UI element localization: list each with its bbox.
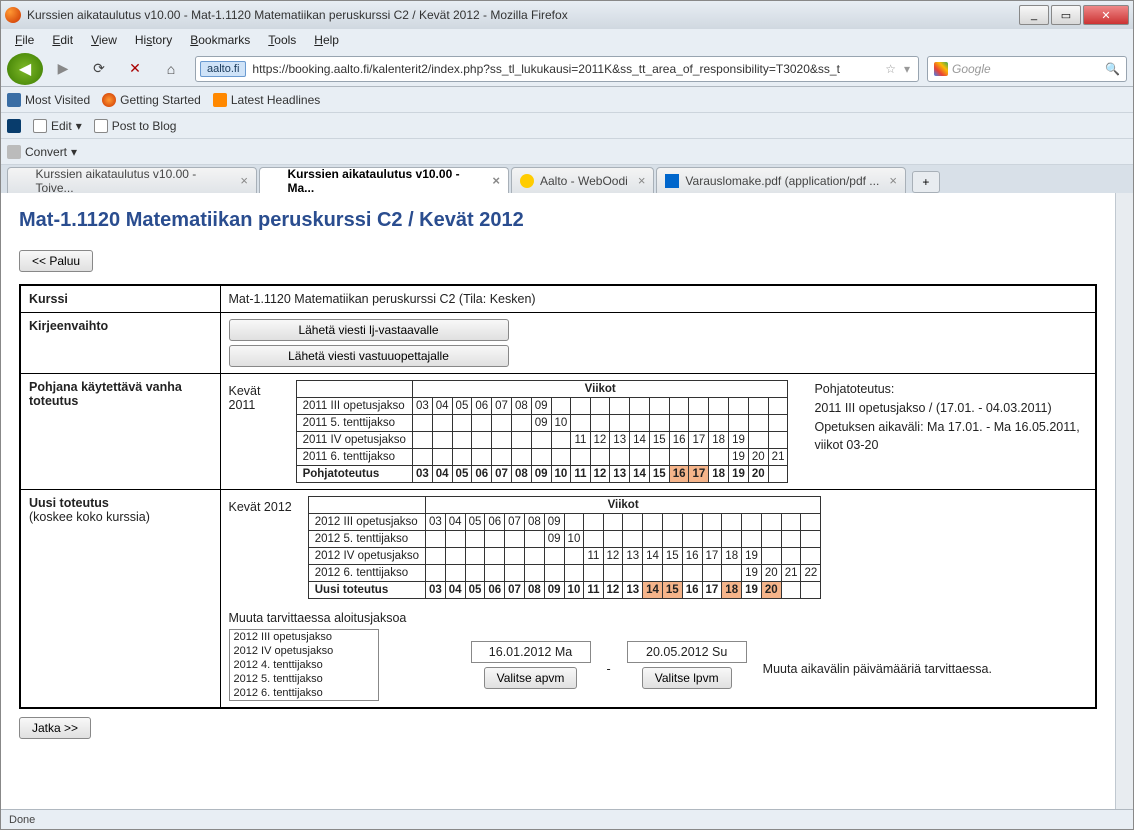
menu-history[interactable]: History (127, 31, 180, 49)
jatka-button[interactable]: Jatka >> (19, 717, 91, 739)
bookmark-most-visited[interactable]: Most Visited (7, 93, 90, 107)
ct-icon (7, 119, 21, 133)
bookmark-getting-started[interactable]: Getting Started (102, 93, 201, 107)
menu-view[interactable]: View (83, 31, 125, 49)
vertical-scrollbar[interactable] (1115, 193, 1133, 809)
search-placeholder: Google (952, 62, 1101, 76)
pdf-icon (665, 174, 679, 188)
menu-bookmarks[interactable]: Bookmarks (182, 31, 258, 49)
close-button[interactable]: ✕ (1083, 5, 1129, 25)
titlebar: Kurssien aikataulutus v10.00 - Mat-1.112… (1, 1, 1133, 29)
convert-icon (7, 145, 21, 159)
home-button[interactable]: ⌂ (155, 54, 187, 84)
browser-window: Kurssien aikataulutus v10.00 - Mat-1.112… (0, 0, 1134, 830)
start-date-field[interactable]: 16.01.2012 Ma (471, 641, 591, 663)
page-content: Mat-1.1120 Matematiikan peruskurssi C2 /… (1, 193, 1115, 809)
jakso-listbox[interactable]: 2012 III opetusjakso 2012 IV opetusjakso… (229, 629, 379, 701)
status-bar: Done (1, 809, 1133, 829)
menubar: File Edit View History Bookmarks Tools H… (1, 29, 1133, 51)
post-to-blog-button[interactable]: Post to Blog (94, 119, 177, 133)
muuta-aloitus-label: Muuta tarvittaessa aloitusjaksoa (229, 611, 1088, 625)
window-title: Kurssien aikataulutus v10.00 - Mat-1.112… (27, 8, 1019, 22)
google-icon (934, 62, 948, 76)
list-item[interactable]: 2012 4. tenttijakso (230, 658, 378, 672)
status-text: Done (9, 814, 35, 826)
kevat-2011-label: Kevät 2011 (229, 380, 280, 412)
url-text: https://booking.aalto.fi/kalenterit2/ind… (252, 62, 881, 76)
maximize-button[interactable]: ▭ (1051, 5, 1081, 25)
stop-button[interactable]: ✕ (119, 54, 151, 84)
edit-button[interactable]: Edit ▾ (33, 119, 82, 133)
bookmark-latest-headlines[interactable]: Latest Headlines (213, 93, 320, 107)
tab-weboodi[interactable]: Aalto - WebOodi× (511, 167, 654, 193)
main-table: Kurssi Mat-1.1120 Matematiikan peruskurs… (19, 284, 1097, 709)
forward-button[interactable]: ▶ (47, 54, 79, 84)
tab-toive[interactable]: Kurssien aikataulutus v10.00 - Toive...× (7, 167, 257, 193)
valitse-lpvm-button[interactable]: Valitse lpvm (642, 667, 732, 689)
end-date-field[interactable]: 20.05.2012 Su (627, 641, 747, 663)
site-identity-badge[interactable]: aalto.fi (200, 61, 246, 77)
convert-button[interactable]: Convert ▾ (7, 145, 77, 159)
bookmarks-toolbar: Most Visited Getting Started Latest Head… (1, 87, 1133, 113)
rss-icon (213, 93, 227, 107)
addon-toolbar-2: Convert ▾ (1, 139, 1133, 165)
menu-edit[interactable]: Edit (44, 31, 81, 49)
folder-icon (7, 93, 21, 107)
blog-icon (94, 119, 108, 133)
page-icon (16, 174, 30, 188)
oodi-icon (520, 174, 534, 188)
nav-toolbar: ◀ ▶ ⟳ ✕ ⌂ aalto.fi https://booking.aalto… (1, 51, 1133, 87)
close-icon[interactable]: × (492, 173, 500, 188)
pohja-info: Pohjatoteutus: 2011 III opetusjakso / (1… (804, 380, 1087, 455)
label-kurssi: Kurssi (20, 285, 220, 313)
muuta-aika-label: Muuta aikavälin päivämääriä tarvittaessa… (763, 654, 992, 676)
back-paluu-button[interactable]: << Paluu (19, 250, 93, 272)
edit-icon (33, 119, 47, 133)
menu-tools[interactable]: Tools (260, 31, 304, 49)
minimize-button[interactable]: _ (1019, 5, 1049, 25)
page-title: Mat-1.1120 Matematiikan peruskurssi C2 /… (19, 209, 1097, 232)
value-kurssi: Mat-1.1120 Matematiikan peruskurssi C2 (… (220, 285, 1096, 313)
tab-pdf[interactable]: Varauslomake.pdf (application/pdf ...× (656, 167, 905, 193)
list-item[interactable]: 2012 IV opetusjakso (230, 644, 378, 658)
new-tab-button[interactable]: + (912, 171, 940, 193)
menu-help[interactable]: Help (306, 31, 347, 49)
bookmark-star-icon[interactable]: ☆ (881, 62, 900, 76)
menu-file[interactable]: File (7, 31, 42, 49)
search-bar[interactable]: Google 🔍 (927, 56, 1127, 82)
tab-bar: Kurssien aikataulutus v10.00 - Toive...×… (1, 165, 1133, 193)
close-icon[interactable]: × (638, 173, 646, 188)
send-lj-button[interactable]: Lähetä viesti lj-vastaavalle (229, 319, 509, 341)
ct-button[interactable] (7, 119, 21, 133)
weeks-table-2012: Viikot 2012 III opetusjakso0304050607080… (308, 496, 822, 599)
close-icon[interactable]: × (889, 173, 897, 188)
list-item[interactable]: 2012 5. tenttijakso (230, 672, 378, 686)
label-kirjeenvaihto: Kirjeenvaihto (20, 313, 220, 374)
list-item[interactable]: 2012 III opetusjakso (230, 630, 378, 644)
label-pohja: Pohjana käytettävä vanha toteutus (20, 374, 220, 490)
page-icon (268, 174, 282, 188)
reload-button[interactable]: ⟳ (83, 54, 115, 84)
tab-current[interactable]: Kurssien aikataulutus v10.00 - Ma...× (259, 167, 509, 193)
label-uusi: Uusi toteutus (koskee koko kurssia) (20, 490, 220, 709)
list-item[interactable]: 2012 6. tenttijakso (230, 686, 378, 700)
close-icon[interactable]: × (240, 173, 248, 188)
addon-toolbar-1: Edit ▾ Post to Blog (1, 113, 1133, 139)
firefox-icon (102, 93, 116, 107)
dropdown-icon[interactable]: ▾ (900, 62, 914, 76)
firefox-icon (5, 7, 21, 23)
kevat-2012-label: Kevät 2012 (229, 496, 292, 514)
url-bar[interactable]: aalto.fi https://booking.aalto.fi/kalent… (195, 56, 919, 82)
search-icon[interactable]: 🔍 (1105, 62, 1120, 76)
back-button[interactable]: ◀ (7, 53, 43, 85)
weeks-table-2011: Viikot 2011 III opetusjakso0304050607080… (296, 380, 789, 483)
valitse-apvm-button[interactable]: Valitse apvm (484, 667, 578, 689)
send-vastuu-button[interactable]: Lähetä viesti vastuuopettajalle (229, 345, 509, 367)
